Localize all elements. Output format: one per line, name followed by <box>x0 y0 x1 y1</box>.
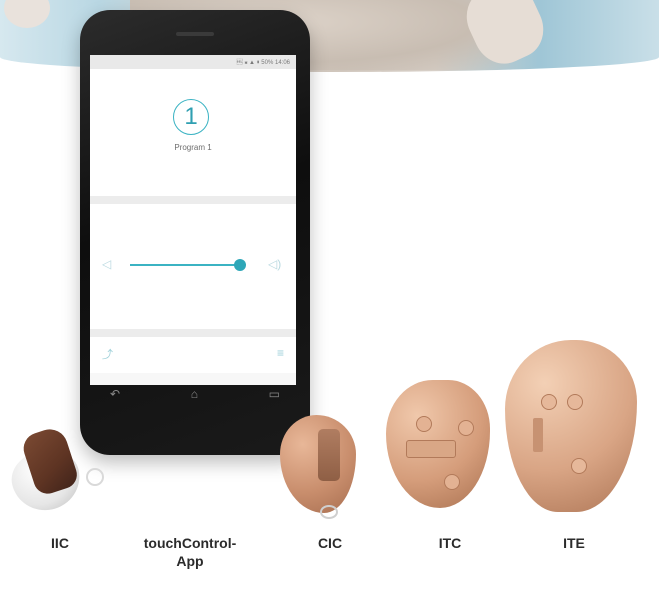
photo-hand-left <box>4 0 50 28</box>
tinnitus-icon[interactable]: ⤴ <box>102 346 113 362</box>
ite-microphone <box>567 394 583 410</box>
recent-apps-icon[interactable]: ▭ <box>269 387 280 401</box>
bottom-toolbar: ⤴ ≡ <box>90 337 296 373</box>
ite-button <box>571 458 587 474</box>
label-touchcontrol-app: touchControl- App <box>143 535 237 569</box>
itc-button <box>444 474 460 490</box>
program-panel[interactable]: 1 Program 1 <box>90 69 296 196</box>
cic-faceplate <box>318 429 340 481</box>
status-bar-text:  ☸ ▲ ▮ 50% 14:06 <box>236 59 290 66</box>
label-itc: ITC <box>438 535 462 551</box>
status-bar:  ☸ ▲ ▮ 50% 14:06 <box>90 55 296 69</box>
volume-slider-track[interactable] <box>130 264 238 266</box>
itc-microphone <box>416 416 432 432</box>
phone-earpiece <box>176 32 214 36</box>
app-screen:  ☸ ▲ ▮ 50% 14:06 1 Program 1 ◁ ◁) ⤴ ≡ <box>90 55 296 385</box>
home-icon[interactable]: ⌂ <box>191 387 198 401</box>
volume-slider-handle[interactable] <box>234 259 246 271</box>
divider <box>90 329 296 337</box>
program-number-badge[interactable]: 1 <box>173 99 209 135</box>
label-iic: IIC <box>51 535 69 551</box>
program-number: 1 <box>184 103 198 130</box>
cic-removal-thread <box>320 505 338 519</box>
ite-hearing-aid-image <box>505 340 637 512</box>
volume-panel: ◁ ◁) <box>90 204 296 329</box>
menu-icon[interactable]: ≡ <box>277 346 284 360</box>
itc-faceplate <box>406 440 456 458</box>
back-icon[interactable]: ↶ <box>110 387 120 401</box>
ite-microphone <box>541 394 557 410</box>
ite-faceplate <box>533 418 543 452</box>
iic-removal-thread <box>86 468 104 486</box>
cic-hearing-aid-image <box>280 415 356 513</box>
program-label: Program 1 <box>174 143 212 152</box>
label-cic: CIC <box>317 535 343 551</box>
divider <box>90 196 296 204</box>
volume-low-icon[interactable]: ◁ <box>102 257 111 271</box>
volume-high-icon[interactable]: ◁) <box>268 257 281 271</box>
phone-mockup:  ☸ ▲ ▮ 50% 14:06 1 Program 1 ◁ ◁) ⤴ ≡ ↶… <box>80 10 310 455</box>
phone-navbar: ↶ ⌂ ▭ <box>110 386 280 402</box>
iic-hearing-aid-image <box>6 424 108 517</box>
itc-hearing-aid-image <box>386 380 490 508</box>
itc-microphone <box>458 420 474 436</box>
label-ite: ITE <box>563 535 585 551</box>
